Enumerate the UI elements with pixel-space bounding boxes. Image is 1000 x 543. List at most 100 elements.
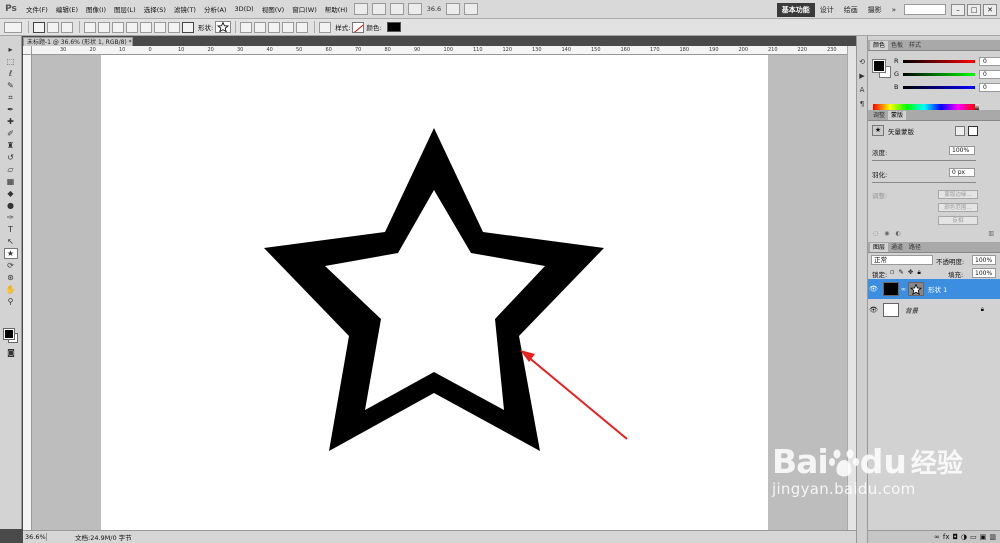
mask-edge-button[interactable]: 蒙版边缘... (938, 190, 978, 199)
channel-slider-r[interactable] (903, 59, 975, 63)
color-range-button[interactable]: 颜色范围... (938, 203, 978, 212)
pixel-mask-button[interactable] (955, 126, 965, 136)
rectangle-shape-icon[interactable] (112, 21, 124, 33)
tab-layers[interactable]: 图层 (870, 243, 889, 252)
type-tool-icon[interactable]: T (4, 224, 18, 235)
layer-row-background[interactable]: 👁︎ 背景 🔒︎ (868, 300, 1000, 320)
menu-filter[interactable]: 滤镜(T) (170, 4, 200, 14)
menu-window[interactable]: 窗口(W) (288, 4, 321, 14)
tab-color[interactable]: 颜色 (870, 41, 889, 50)
delete-mask-icon[interactable]: ▥ (988, 230, 994, 240)
polygon-shape-icon[interactable] (154, 21, 166, 33)
new-shape-layer-icon[interactable] (240, 21, 253, 33)
status-zoom[interactable]: 36.6% (23, 533, 47, 541)
fill-field[interactable]: 100% (972, 268, 996, 278)
load-selection-icon[interactable]: ◌ (873, 230, 878, 240)
channel-value-r[interactable]: 0 (979, 56, 1000, 66)
custom-shape-icon[interactable] (182, 21, 194, 33)
menu-layer[interactable]: 图层(L) (110, 4, 140, 14)
shape-color-swatch[interactable] (386, 22, 401, 32)
bridge-icon[interactable] (353, 3, 368, 15)
pen-tool-icon[interactable] (84, 21, 96, 33)
crop-tool-icon[interactable]: ⌗ (4, 92, 18, 103)
maximize-button[interactable]: □ (967, 3, 981, 16)
density-field[interactable]: 100% (949, 146, 975, 155)
tab-adjustments[interactable]: 调整 (870, 111, 888, 120)
zoom-view-icon[interactable] (407, 3, 422, 15)
workspace-painting[interactable]: 绘画 (839, 3, 863, 17)
lock-transparency-icon[interactable]: ▫ (890, 268, 894, 277)
layer-row-shape[interactable]: 👁︎ ∞ 形状 1 (868, 279, 1000, 299)
search-input[interactable] (904, 4, 946, 15)
quick-mask-icon[interactable]: ◙ (4, 347, 18, 358)
status-doc-size[interactable]: 文档:24.9M/0 字节 (47, 532, 132, 542)
clone-stamp-tool-icon[interactable]: ♜ (4, 140, 18, 151)
add-mask-icon[interactable]: ◘ (952, 533, 958, 541)
tab-masks[interactable]: 蒙版 (888, 111, 907, 120)
channel-slider-g[interactable] (903, 72, 975, 76)
trash-icon[interactable]: ▥ (989, 533, 996, 541)
blend-mode-select[interactable]: 正常 (871, 255, 933, 265)
quick-select-tool-icon[interactable]: ✎ (4, 80, 18, 91)
line-shape-icon[interactable] (168, 21, 180, 33)
hand-tool-icon[interactable]: ✋ (4, 284, 18, 295)
exclude-shape-icon[interactable] (296, 21, 309, 33)
style-none-swatch[interactable] (352, 21, 365, 33)
zoom-tool-icon[interactable]: ⚲ (4, 296, 18, 307)
link-icon[interactable] (319, 21, 332, 33)
new-layer-icon[interactable]: ▣ (980, 533, 987, 541)
channel-value-b[interactable]: 0 (979, 82, 1000, 92)
link-layers-icon[interactable]: ∞ (934, 533, 940, 541)
workspace-design[interactable]: 设计 (815, 3, 839, 17)
dodge-tool-icon[interactable]: ● (4, 200, 18, 211)
minimize-button[interactable]: – (951, 3, 965, 16)
adjustment-layer-icon[interactable]: ◑ (961, 533, 967, 541)
intersect-shape-icon[interactable] (282, 21, 295, 33)
freeform-pen-icon[interactable] (98, 21, 110, 33)
group-folder-icon[interactable]: ▭ (970, 533, 977, 541)
3d-orbit-tool-icon[interactable]: ⊛ (4, 272, 18, 283)
close-button[interactable]: ✕ (983, 3, 997, 16)
custom-shape-tool-icon[interactable]: ★ (3, 248, 18, 259)
menu-image[interactable]: 图像(I) (82, 4, 110, 14)
tab-channels[interactable]: 通道 (888, 243, 906, 252)
fill-pixels-icon[interactable] (61, 21, 73, 33)
path-select-tool-icon[interactable]: ↖ (4, 236, 18, 247)
tab-styles[interactable]: 样式 (906, 41, 924, 50)
eye-icon[interactable]: 👁︎ (868, 306, 879, 314)
healing-brush-tool-icon[interactable]: ✚ (4, 116, 18, 127)
invert-button[interactable]: 反相 (938, 216, 978, 225)
workspace-essentials[interactable]: 基本功能 (776, 2, 815, 17)
pen-tool-icon[interactable]: ✑ (4, 212, 18, 223)
actions-panel-icon[interactable]: ▶ (857, 72, 867, 82)
character-panel-icon[interactable]: A (857, 86, 867, 96)
ellipse-shape-icon[interactable] (140, 21, 152, 33)
channel-slider-b[interactable] (903, 85, 975, 89)
tab-swatches[interactable]: 色板 (888, 41, 906, 50)
shape-layers-icon[interactable] (33, 21, 45, 33)
history-brush-tool-icon[interactable]: ↺ (4, 152, 18, 163)
menu-select[interactable]: 选择(S) (140, 4, 170, 14)
tab-paths[interactable]: 路径 (906, 243, 924, 252)
eye-icon[interactable]: 👁︎ (868, 285, 879, 293)
lock-all-icon[interactable]: 🔒︎ (917, 268, 920, 277)
menu-help[interactable]: 帮助(H) (321, 4, 352, 14)
menu-view[interactable]: 视图(V) (258, 4, 289, 14)
color-panel-foreground-swatch[interactable] (872, 59, 886, 73)
gradient-tool-icon[interactable]: ▦ (4, 176, 18, 187)
eyedropper-tool-icon[interactable]: ✒ (4, 104, 18, 115)
hand-view-icon[interactable] (389, 3, 404, 15)
apply-mask-icon[interactable]: ◉ (884, 230, 889, 240)
paths-mode-icon[interactable] (47, 21, 59, 33)
density-slider[interactable] (872, 160, 976, 161)
opacity-field[interactable]: 100% (972, 255, 996, 265)
channel-value-g[interactable]: 0 (979, 69, 1000, 79)
vector-mask-button[interactable] (968, 126, 978, 136)
blur-tool-icon[interactable]: ◆ (4, 188, 18, 199)
zoom-level[interactable]: 36.6 (427, 5, 441, 13)
foreground-color-swatch[interactable] (3, 328, 15, 340)
lasso-tool-icon[interactable]: ℓ (4, 68, 18, 79)
move-tool-icon[interactable]: ▸ (4, 44, 18, 55)
subtract-shape-icon[interactable] (268, 21, 281, 33)
history-panel-icon[interactable]: ⟲ (857, 58, 867, 68)
